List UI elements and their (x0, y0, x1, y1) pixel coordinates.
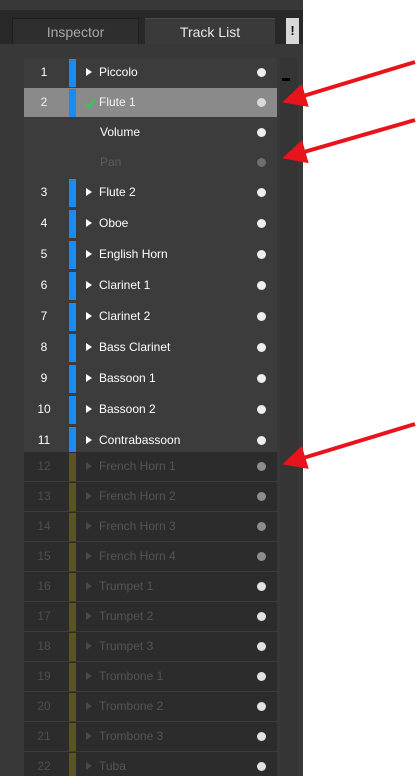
arrow-to-pan-dot (282, 118, 416, 164)
arrow-to-flute-1-dot (282, 60, 416, 107)
arrow-to-french-horn-1-dot (282, 422, 416, 469)
annotation-arrows (282, 60, 416, 469)
